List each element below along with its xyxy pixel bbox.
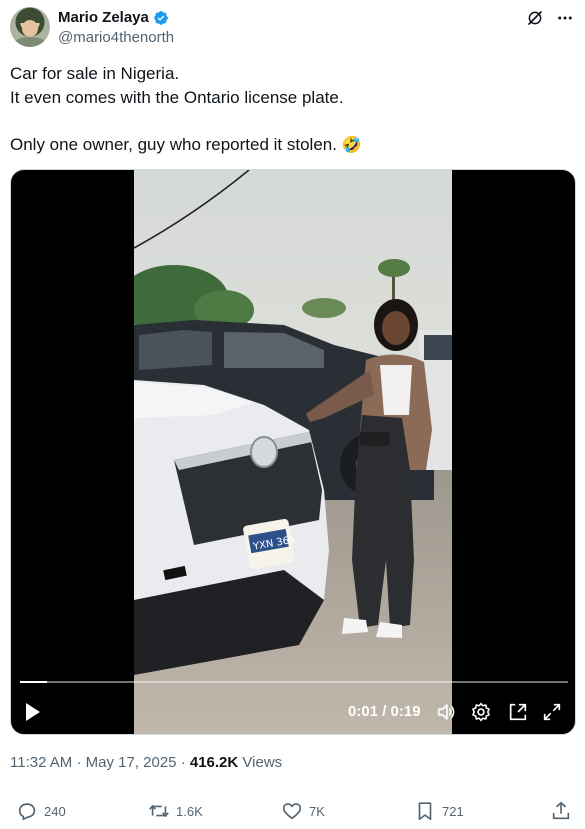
tweet-line-spacer bbox=[10, 109, 575, 133]
share-button[interactable] bbox=[550, 800, 572, 822]
avatar[interactable] bbox=[10, 7, 50, 47]
meta-separator: · bbox=[76, 754, 86, 771]
tweet-line-2: It even comes with the Ontario license p… bbox=[10, 87, 344, 107]
video-progress-bar[interactable] bbox=[20, 681, 568, 683]
reply-icon bbox=[18, 803, 36, 821]
repost-button[interactable]: 1.6K bbox=[148, 800, 203, 822]
avatar-shirt bbox=[14, 37, 46, 47]
tweet-text: Car for sale in Nigeria. It even comes w… bbox=[10, 62, 575, 156]
tweet-time[interactable]: 11:32 AM bbox=[10, 754, 72, 771]
tweet-action-bar: 240 1.6K 7K 721 bbox=[10, 800, 575, 828]
share-icon bbox=[552, 801, 570, 820]
reply-count: 240 bbox=[44, 803, 66, 819]
play-icon[interactable] bbox=[23, 700, 43, 724]
views-count: 416.2K bbox=[189, 754, 239, 771]
picture-in-picture-icon[interactable] bbox=[507, 701, 529, 723]
tweet-line-3: Only one owner, guy who reported it stol… bbox=[10, 134, 337, 154]
video-progress-fill bbox=[20, 681, 48, 683]
tweet-meta: 11:32 AM · May 17, 2025 · 416.2K Views bbox=[10, 754, 282, 771]
settings-gear-icon[interactable] bbox=[470, 701, 492, 723]
reply-button[interactable]: 240 bbox=[16, 800, 66, 822]
author-display-name[interactable]: Mario Zelaya bbox=[58, 9, 149, 26]
bookmark-count: 721 bbox=[442, 803, 464, 819]
bookmark-button[interactable]: 721 bbox=[414, 800, 464, 822]
grok-icon[interactable] bbox=[526, 9, 544, 27]
avatar-face bbox=[22, 20, 38, 37]
author-name-line: Mario Zelaya bbox=[58, 9, 169, 26]
views-label: Views bbox=[242, 754, 283, 771]
tweet-line-3-wrap: Only one owner, guy who reported it stol… bbox=[10, 133, 575, 157]
video-still-image: YXN 365 bbox=[134, 170, 452, 734]
like-count: 7K bbox=[309, 803, 325, 819]
repost-count: 1.6K bbox=[176, 803, 203, 819]
repost-icon bbox=[149, 804, 169, 818]
author-handle[interactable]: @mario4thenorth bbox=[58, 29, 174, 46]
volume-icon[interactable] bbox=[435, 701, 457, 723]
tweet-date[interactable]: May 17, 2025 bbox=[86, 754, 177, 771]
video-frame[interactable]: YXN 365 bbox=[134, 170, 452, 734]
video-time-display: 0:01 / 0:19 bbox=[348, 703, 421, 720]
verified-badge-icon bbox=[154, 10, 168, 25]
rofl-emoji: 🤣 bbox=[341, 134, 362, 154]
bookmark-icon bbox=[418, 802, 432, 821]
heart-icon bbox=[282, 803, 302, 820]
video-player[interactable]: YXN 365 0:01 / 0:19 bbox=[10, 169, 576, 735]
like-button[interactable]: 7K bbox=[281, 800, 325, 822]
meta-separator: · bbox=[180, 754, 190, 771]
fullscreen-icon[interactable] bbox=[541, 701, 563, 723]
tweet-line-1: Car for sale in Nigeria. bbox=[10, 64, 180, 83]
tweet-header: Mario Zelaya @mario4thenorth bbox=[10, 7, 575, 49]
more-options-icon[interactable] bbox=[555, 9, 575, 27]
